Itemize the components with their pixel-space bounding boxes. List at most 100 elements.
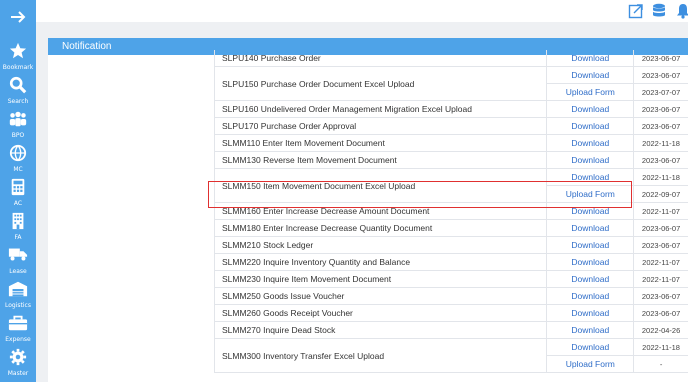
top-bar (36, 0, 688, 22)
sidebar-item-label: Search (7, 98, 29, 105)
download-link[interactable]: Download (546, 321, 635, 339)
document-table: SLPU140 Purchase Order Download 2023-06-07… (213, 50, 688, 373)
sidebar-item-label: Expense (5, 336, 31, 343)
download-link[interactable]: Download (546, 236, 635, 254)
document-name: SLMM270 Inquire Dead Stock (213, 321, 548, 339)
download-link[interactable]: Download (546, 270, 635, 288)
upload-form-link[interactable]: Upload Form (546, 355, 635, 373)
download-link[interactable]: Download (546, 151, 635, 169)
document-name: SLPU160 Undelivered Order Management Mig… (213, 100, 548, 118)
document-name: SLMM250 Goods Issue Voucher (213, 287, 548, 305)
sidebar-item-lease[interactable]: Lease (0, 246, 36, 280)
table-row: SLMM110 Enter Item Movement Document Down… (213, 134, 688, 152)
download-link[interactable]: Download (546, 134, 635, 152)
table-row: SLPU150 Purchase Order Document Excel Up… (213, 66, 688, 101)
document-name: SLMM230 Inquire Item Movement Document (213, 270, 548, 288)
database-icon[interactable] (652, 3, 668, 19)
date-cell: 2023-06-07 (633, 287, 688, 305)
table-row: SLMM270 Inquire Dead Stock Download 2022-0… (213, 321, 688, 339)
date-cell: 2022-11-07 (633, 270, 688, 288)
table-row: SLPU140 Purchase Order Download 2023-06-07 (213, 50, 688, 67)
document-name: SLMM110 Enter Item Movement Document (213, 134, 548, 152)
sidebar-item-bpo[interactable]: BPO (0, 110, 36, 144)
notification-panel: Notification SLPU140 Purchase Order Downl… (48, 38, 688, 382)
download-link[interactable]: Download (546, 287, 635, 305)
building-icon (0, 212, 36, 234)
sidebar-item-label: Bookmark (2, 64, 34, 71)
table-row: SLPU160 Undelivered Order Management Mig… (213, 100, 688, 118)
document-name: SLPU150 Purchase Order Document Excel Up… (213, 66, 548, 101)
sidebar-item-label: MC (13, 166, 23, 173)
document-name: SLMM210 Stock Ledger (213, 236, 548, 254)
people-icon (0, 110, 36, 132)
date-cell: 2023-06-07 (633, 151, 688, 169)
document-name: SLMM300 Inventory Transfer Excel Upload (213, 338, 548, 373)
date-cell: 2022-11-07 (633, 253, 688, 271)
gear-icon (0, 348, 36, 370)
document-name: SLMM150 Item Movement Document Excel Upl… (213, 168, 548, 203)
table-row: SLMM220 Inquire Inventory Quantity and B… (213, 253, 688, 271)
download-link[interactable]: Download (546, 66, 635, 84)
table-row: SLMM180 Enter Increase Decrease Quantity… (213, 219, 688, 237)
date-cell: 2022-04-26 (633, 321, 688, 339)
document-name: SLMM260 Goods Receipt Voucher (213, 304, 548, 322)
sidebar-item-logistics[interactable]: Logistics (0, 280, 36, 314)
expand-arrow-icon[interactable] (0, 6, 36, 30)
download-link[interactable]: Download (546, 338, 635, 356)
date-cell: 2022-11-18 (633, 338, 688, 356)
table-row: SLMM250 Goods Issue Voucher Download 2023-… (213, 287, 688, 305)
briefcase-icon (0, 314, 36, 336)
date-cell: 2023-06-07 (633, 50, 688, 67)
sidebar-item-bookmark[interactable]: Bookmark (0, 42, 36, 76)
document-name: SLMM160 Enter Increase Decrease Amount D… (213, 202, 548, 220)
document-name: SLPU140 Purchase Order (213, 50, 548, 67)
bell-icon[interactable] (676, 3, 688, 19)
table-row: SLMM130 Reverse Item Movement Document Do… (213, 151, 688, 169)
date-cell: 2022-09-07 (633, 185, 688, 203)
content-gap (36, 22, 688, 38)
download-link[interactable]: Download (546, 202, 635, 220)
sidebar-item-label: Logistics (5, 302, 31, 309)
export-icon[interactable] (628, 3, 644, 19)
document-name: SLMM220 Inquire Inventory Quantity and B… (213, 253, 548, 271)
date-cell: 2023-07-07 (633, 83, 688, 101)
upload-form-link[interactable]: Upload Form (546, 83, 635, 101)
date-cell: 2023-06-07 (633, 117, 688, 135)
sidebar-item-label: FA (14, 234, 22, 241)
date-cell: 2023-06-07 (633, 66, 688, 84)
sidebar-item-fa[interactable]: FA (0, 212, 36, 246)
sidebar-item-expense[interactable]: Expense (0, 314, 36, 348)
sidebar-item-label: AC (13, 200, 23, 207)
sidebar-item-ac[interactable]: AC (0, 178, 36, 212)
download-link[interactable]: Download (546, 117, 635, 135)
download-link[interactable]: Download (546, 253, 635, 271)
upload-form-link[interactable]: Upload Form (546, 185, 635, 203)
date-cell: 2022-11-07 (633, 202, 688, 220)
sidebar: Bookmark Search BPO MC AC FA Lease Logis… (0, 0, 36, 382)
sidebar-item-master[interactable]: Master (0, 348, 36, 382)
table-row: SLMM260 Goods Receipt Voucher Download 202… (213, 304, 688, 322)
date-cell: 2023-06-07 (633, 219, 688, 237)
calculator-icon (0, 178, 36, 200)
download-link[interactable]: Download (546, 219, 635, 237)
table-row: SLPU170 Purchase Order Approval Download 2… (213, 117, 688, 135)
table-row: SLMM210 Stock Ledger Download 2023-06-07 (213, 236, 688, 254)
date-cell: 2023-06-07 (633, 100, 688, 118)
date-cell: 2023-06-07 (633, 304, 688, 322)
download-link[interactable]: Download (546, 50, 635, 67)
date-cell: 2022-11-18 (633, 134, 688, 152)
download-link[interactable]: Download (546, 304, 635, 322)
search-icon (0, 76, 36, 98)
download-link[interactable]: Download (546, 168, 635, 186)
warehouse-icon (0, 280, 36, 302)
download-link[interactable]: Download (546, 100, 635, 118)
sidebar-item-search[interactable]: Search (0, 76, 36, 110)
sidebar-item-label: BPO (11, 132, 25, 139)
globe-icon (0, 144, 36, 166)
sidebar-item-label: Lease (9, 268, 27, 275)
date-cell: 2023-06-07 (633, 236, 688, 254)
date-cell: - (633, 355, 688, 373)
star-icon (0, 42, 36, 64)
sidebar-item-label: Master (7, 370, 29, 377)
sidebar-item-mc[interactable]: MC (0, 144, 36, 178)
